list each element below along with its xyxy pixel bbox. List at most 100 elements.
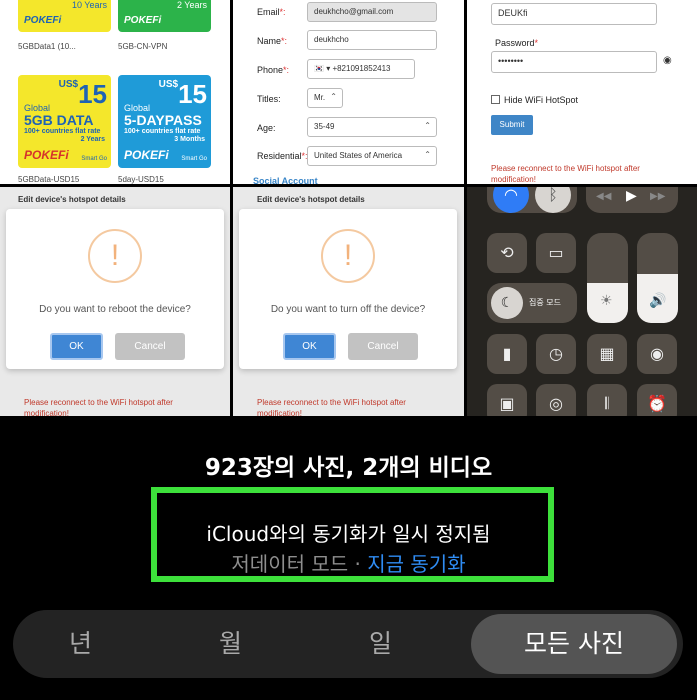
card-term: 2 Years [80, 136, 105, 143]
card-title: 5GB DATA [24, 112, 94, 128]
screen-mirroring-icon[interactable]: ▭ [536, 233, 576, 273]
card-price: US$15 [158, 79, 207, 109]
product-card-top-right: 2 Years POKEFi [118, 0, 211, 32]
warning-icon: ! [321, 229, 375, 283]
brightness-slider[interactable]: ☀ [587, 233, 628, 323]
reconnect-message: Please reconnect to the WiFi hotspot aft… [24, 398, 173, 416]
card-title: 5-DAYPASS [124, 112, 202, 128]
product-card-5-daypass[interactable]: US$15 Global 5-DAYPASS 100+ countries fl… [118, 75, 211, 168]
card-caption: 5GBData-USD15 [18, 175, 80, 184]
rewind-icon[interactable]: ◀◀ [596, 191, 611, 202]
ssid-field[interactable]: DEUKfi [491, 3, 657, 25]
photo-thumbnail-turn-off-dialog[interactable]: Edit device's hotspot details ! Do you w… [233, 187, 464, 416]
card-term: 10 Years [71, 0, 107, 10]
card-caption: 5GBData1 (10... [18, 42, 76, 51]
sync-now-link[interactable]: 지금 동기화 [367, 552, 465, 576]
dialog-question: Do you want to reboot the device? [39, 304, 191, 315]
calculator-icon[interactable]: ▦ [587, 334, 627, 374]
email-field[interactable]: deukhcho@gmail.com [307, 2, 437, 22]
timer-icon[interactable]: ◷ [536, 334, 576, 374]
connectivity-panel: ◠ ᛒ [487, 187, 577, 213]
card-term: 2 Years [176, 0, 207, 10]
speaker-icon: 🔊 [649, 293, 667, 309]
card-caption: 5day-USD15 [118, 175, 164, 184]
focus-mode-button[interactable]: ☾ 집중 모드 [487, 283, 577, 323]
residential-label: Residential*: [257, 151, 308, 161]
camera-icon[interactable]: ◉ [637, 334, 677, 374]
photo-thumbnail-store[interactable]: 10 Years POKEFi 2 Years POKEFi 5GBData1 … [0, 0, 230, 184]
card-subtitle: 100+ countries flat rate [124, 128, 201, 135]
focus-mode-label: 집중 모드 [529, 298, 561, 307]
age-label: Age: [257, 123, 276, 133]
photo-thumbnail-control-center[interactable]: ◠ ᛒ ◀◀ ▶ ▶▶ ⟲ ▭ ☀ 🔊 ☾ 집중 모드 ▮ ◷ ▦ ◉ ▣ ◎ … [467, 187, 697, 416]
cancel-button[interactable]: Cancel [115, 333, 185, 360]
sync-actions: 저데이터 모드 · 지금 동기화 [0, 548, 697, 577]
card-smart-go: Smart Go [181, 156, 207, 162]
card-brand: POKEFi [24, 15, 62, 26]
phone-label: Phone*: [257, 65, 290, 75]
segment-years[interactable]: 년 [13, 610, 148, 678]
password-label: Password* [495, 38, 539, 48]
card-subtitle: 100+ countries flat rate [24, 128, 101, 135]
wifi-icon[interactable]: ◠ [493, 187, 529, 213]
library-count: 923장의 사진, 2개의 비디오 [204, 455, 493, 481]
social-account-link[interactable]: Social Account [253, 176, 318, 184]
name-field[interactable]: deukhcho [307, 30, 437, 50]
residential-select[interactable]: United States of America [307, 146, 437, 166]
card-smart-go: Smart Go [81, 156, 107, 162]
dialog-page-header: Edit device's hotspot details [257, 195, 365, 204]
card-brand: POKEFi [124, 15, 162, 26]
name-label: Name*: [257, 36, 288, 46]
volume-slider[interactable]: 🔊 [637, 233, 678, 323]
dialog-question: Do you want to turn off the device? [270, 304, 426, 315]
product-card-5gb-data[interactable]: US$15 Global 5GB DATA 100+ countries fla… [18, 75, 111, 168]
ok-button[interactable]: OK [283, 333, 336, 360]
photo-thumbnail-profile-form[interactable]: Email*: deukhcho@gmail.com Name*: deukhc… [233, 0, 464, 184]
ok-button[interactable]: OK [50, 333, 103, 360]
icloud-sync-status: iCloud와의 동기화가 일시 정지됨 [206, 522, 491, 546]
age-select[interactable]: 35-49 [307, 117, 437, 137]
photo-thumbnail-reboot-dialog[interactable]: Edit device's hotspot details ! Do you w… [0, 187, 230, 416]
bluetooth-icon[interactable]: ᛒ [535, 187, 571, 213]
country-flag-icon[interactable]: 🇰🇷 [314, 64, 324, 73]
turn-off-dialog: ! Do you want to turn off the device? OK… [239, 209, 457, 369]
reboot-dialog: ! Do you want to reboot the device? OK C… [6, 209, 224, 369]
titles-label: Titles: [257, 94, 281, 104]
fast-forward-icon[interactable]: ▶▶ [650, 191, 665, 202]
library-view-segmented-control: 년 월 일 모든 사진 [13, 610, 683, 678]
flashlight-icon[interactable]: ▮ [487, 334, 527, 374]
titles-select[interactable]: Mr. [307, 88, 343, 108]
record-icon[interactable]: ◎ [536, 384, 576, 416]
reconnect-message: Please reconnect to the WiFi hotspot aft… [257, 398, 406, 416]
rotation-lock-icon[interactable]: ⟲ [487, 233, 527, 273]
hide-wifi-label: Hide WiFi HotSpot [504, 95, 579, 105]
card-brand: POKEFi [124, 148, 169, 162]
warning-icon: ! [88, 229, 142, 283]
low-data-mode-label: 저데이터 모드 · [231, 552, 368, 576]
qr-scanner-icon[interactable]: ▣ [487, 384, 527, 416]
password-field[interactable]: •••••••• [491, 51, 657, 73]
card-term: 3 Months [174, 136, 205, 143]
phone-field[interactable]: 🇰🇷 ▾ +821091852413 [307, 59, 415, 79]
cancel-button[interactable]: Cancel [348, 333, 418, 360]
moon-icon: ☾ [491, 287, 523, 319]
segment-months[interactable]: 월 [163, 610, 298, 678]
reconnect-message: Please reconnect to the WiFi hotspot aft… [491, 164, 640, 184]
eye-icon[interactable]: ◉ [663, 55, 672, 66]
photo-grid: 10 Years POKEFi 2 Years POKEFi 5GBData1 … [0, 0, 697, 416]
hide-wifi-checkbox[interactable] [491, 95, 500, 104]
sound-recognition-icon[interactable]: 𝄃 [587, 384, 627, 416]
sun-icon: ☀ [600, 293, 613, 309]
card-caption: 5GB-CN-VPN [118, 42, 168, 51]
dialog-page-header: Edit device's hotspot details [18, 195, 126, 204]
card-price: US$15 [58, 79, 107, 109]
play-icon[interactable]: ▶ [626, 188, 637, 204]
alarm-icon[interactable]: ⏰ [637, 384, 677, 416]
product-card-top-left: 10 Years POKEFi [18, 0, 111, 32]
segment-days[interactable]: 일 [313, 610, 448, 678]
media-panel: ◀◀ ▶ ▶▶ [586, 187, 678, 213]
submit-button[interactable]: Submit [491, 115, 533, 135]
photo-thumbnail-wifi-settings[interactable]: DEUKfi Password* •••••••• ◉ Hide WiFi Ho… [467, 0, 697, 184]
segment-all-photos[interactable]: 모든 사진 [471, 614, 677, 674]
card-brand: POKEFi [24, 148, 69, 162]
